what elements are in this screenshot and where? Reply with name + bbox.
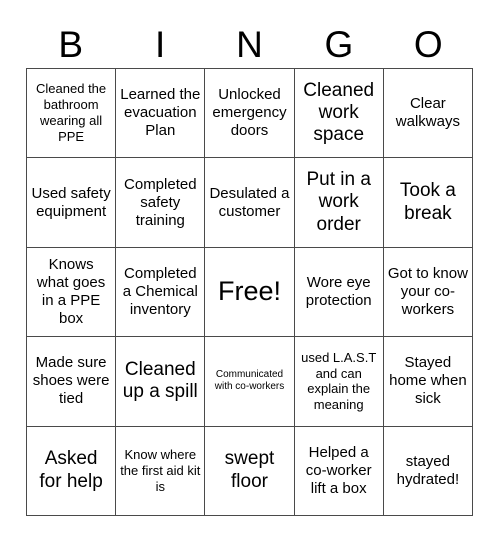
bingo-cell-r4c1[interactable]: Made sure shoes were tied [27,337,117,427]
bingo-cell-label: stayed hydrated! [396,452,460,488]
bingo-cell-r1c3[interactable]: Unlocked emergency doors [205,69,295,159]
bingo-cell-label: Made sure shoes were tied [32,354,110,408]
bingo-cell-label: Put in a work order [306,168,371,235]
bingo-cell-label: Unlocked emergency doors [212,86,287,140]
bingo-header-letter-i: I [154,23,166,65]
bingo-cell-r5c5[interactable]: stayed hydrated! [383,426,473,516]
bingo-cell-r4c2[interactable]: Cleaned up a spill [116,337,206,427]
bingo-cell-label: Clear walkways [395,95,460,131]
bingo-cell-label: Asked for help [39,448,103,492]
bingo-cell-r5c2[interactable]: Know where the first aid kit is [116,426,206,516]
bingo-cell-r2c3[interactable]: Desulated a customer [205,158,295,248]
bingo-cell-r3c5[interactable]: Got to know your co-workers [383,247,473,338]
bingo-cell-r4c4[interactable]: used L.A.S.T and can explain the meaning [294,337,384,427]
bingo-cell-r4c3[interactable]: Communicated with co-workers [205,337,295,427]
bingo-card: B I N G O Cleaned the bathroom wearing a… [0,0,500,544]
bingo-cell-label: Communicated with co-workers [214,368,285,393]
bingo-grid: Cleaned the bathroom wearing all PPE Lear… [26,68,473,516]
bingo-cell-r1c1[interactable]: Cleaned the bathroom wearing all PPE [27,69,117,159]
bingo-cell-label: Stayed home when sick [389,354,467,408]
bingo-header-letter-o: O [413,23,443,65]
bingo-cell-label: Took a break [399,180,456,224]
bingo-cell-r1c4[interactable]: Cleaned work space [294,69,384,159]
bingo-cell-r4c5[interactable]: Stayed home when sick [383,337,473,427]
bingo-cell-r2c4[interactable]: Put in a work order [294,158,384,248]
bingo-cell-r1c5[interactable]: Clear walkways [383,69,473,159]
bingo-cell-r2c1[interactable]: Used safety equipment [27,158,117,248]
bingo-cell-r3c1[interactable]: Knows what goes in a PPE box [27,247,117,338]
bingo-cell-label: Got to know your co-workers [387,264,468,318]
bingo-cell-label: Helped a co-worker lift a box [305,443,372,497]
bingo-cell-label: Completed safety training [124,175,197,229]
bingo-header-row: B I N G O [26,20,473,68]
bingo-cell-label: Cleaned the bathroom wearing all PPE [36,81,107,145]
bingo-cell-r2c5[interactable]: Took a break [383,158,473,248]
bingo-cell-r3c4[interactable]: Wore eye protection [294,247,384,338]
bingo-cell-label: Completed a Chemical inventory [122,264,198,318]
bingo-cell-label: Free! [217,276,281,307]
bingo-header-letter-b: B [58,23,84,65]
bingo-cell-label: Know where the first aid kit is [120,447,201,494]
bingo-cell-label: Wore eye protection [305,273,372,309]
bingo-cell-r3c2[interactable]: Completed a Chemical inventory [116,247,206,338]
bingo-cell-label: Knows what goes in a PPE box [36,255,106,327]
bingo-cell-label: used L.A.S.T and can explain the meaning [301,349,377,413]
bingo-cell-label: swept floor [224,448,275,492]
bingo-cell-label: Desulated a customer [209,184,290,220]
bingo-header-letter-n: N [236,23,263,65]
bingo-cell-label: Cleaned up a spill [122,358,198,403]
bingo-header-letter-g: G [324,23,354,65]
bingo-cell-r1c2[interactable]: Learned the evacuation Plan [116,69,206,159]
bingo-cell-label: Cleaned work space [303,79,375,146]
bingo-cell-label: Used safety equipment [31,184,111,220]
bingo-cell-r3c3[interactable]: Free! [205,247,295,338]
bingo-cell-r2c2[interactable]: Completed safety training [116,158,206,248]
bingo-cell-r5c4[interactable]: Helped a co-worker lift a box [294,426,384,516]
bingo-cell-r5c1[interactable]: Asked for help [27,426,117,516]
bingo-cell-r5c3[interactable]: swept floor [205,426,295,516]
bingo-cell-label: Learned the evacuation Plan [120,86,201,140]
